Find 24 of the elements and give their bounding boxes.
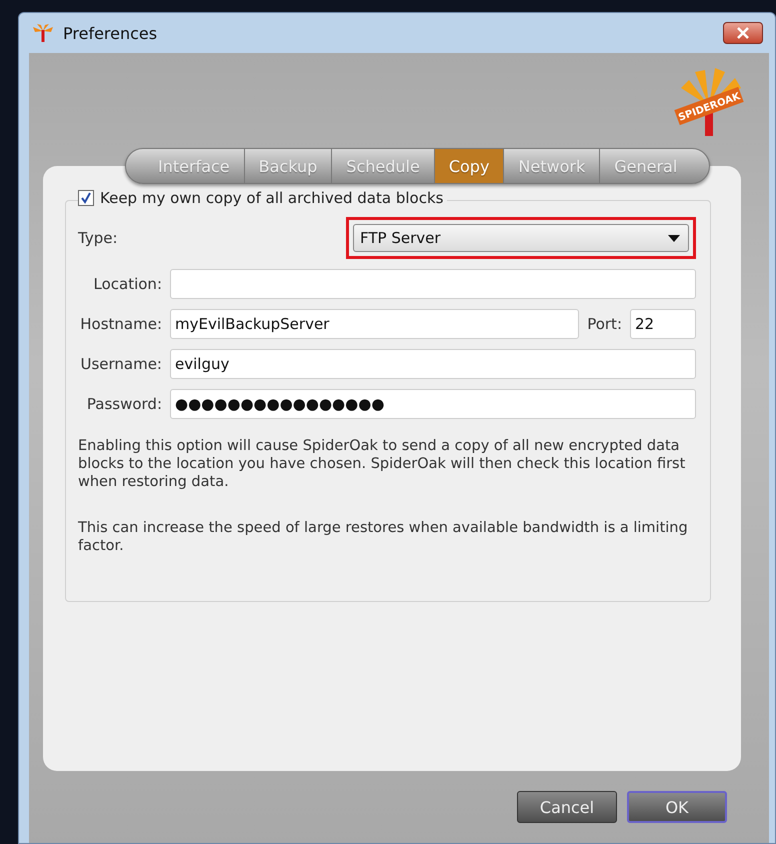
close-button[interactable] — [723, 22, 763, 44]
field-label: Type: — [78, 229, 119, 247]
tab[interactable]: Copy — [434, 149, 504, 183]
checkbox[interactable] — [78, 190, 94, 206]
input-field[interactable]: ●●●●●●●●●●●●●●●● — [170, 389, 696, 419]
input-field[interactable]: 22 — [630, 309, 696, 339]
dialog-button[interactable]: Cancel — [517, 791, 617, 823]
keep-copy-checkbox[interactable]: Keep my own copy of all archived data blocks — [78, 189, 448, 207]
close-icon — [737, 27, 749, 39]
input-field[interactable]: evilguy — [170, 349, 696, 379]
field-label: Password: — [86, 395, 162, 413]
field-label: Port: — [587, 315, 622, 333]
description-text: Enabling this option will cause SpiderOak to send a copy of all new encrypted data blocks to the location you have chosen. SpiderOak will then check this location first when restoring data. — [78, 437, 686, 491]
field-label: Hostname: — [79, 315, 162, 333]
input-field[interactable]: myEvilBackupServer — [170, 309, 580, 339]
description-text: This can increase the speed of large restores when available bandwidth is a limiting factor. — [78, 519, 689, 555]
type-dropdown[interactable]: FTP Server — [353, 224, 689, 252]
caret-icon — [668, 234, 680, 242]
field-label: Username: — [79, 355, 162, 373]
tree-icon — [31, 23, 55, 43]
dialog-button[interactable]: OK — [627, 791, 727, 823]
field-label: Location: — [92, 275, 162, 293]
input-field[interactable] — [170, 269, 696, 299]
window-title: Preferences — [63, 24, 158, 42]
